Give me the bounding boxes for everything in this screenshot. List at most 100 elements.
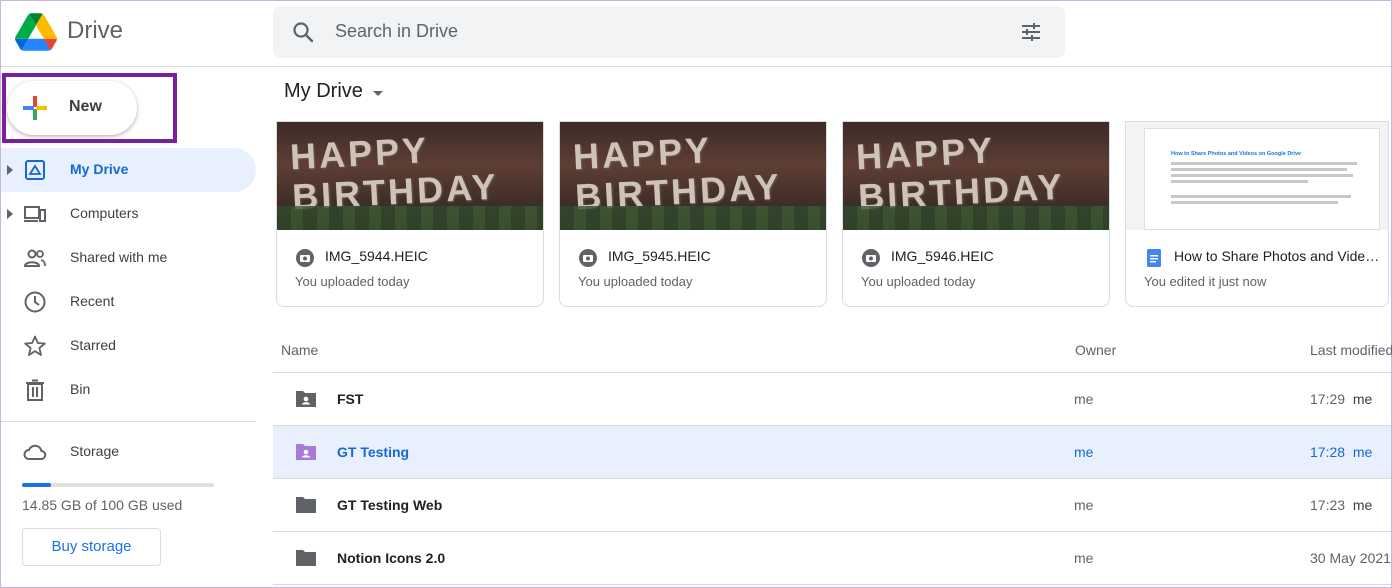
row-modified-by: me xyxy=(1352,444,1373,460)
sidebar-item-label: My Drive xyxy=(70,161,129,177)
sidebar-item-recent[interactable]: Recent xyxy=(1,280,256,324)
app-header: Drive Search in Drive xyxy=(1,1,1391,67)
sidebar: New My Drive Computers Shared with me Re… xyxy=(1,67,273,587)
suggested-file-card[interactable]: HAPPY BIRTHDAY IMG_5946.HEIC You uploade… xyxy=(842,121,1110,307)
row-modified-time: 17:29 xyxy=(1310,391,1346,407)
expand-caret-icon[interactable] xyxy=(7,209,13,219)
row-modified-time: 30 May 2021 xyxy=(1310,550,1391,566)
clock-icon xyxy=(24,291,46,313)
file-list-header: Name Owner Last modified xyxy=(273,327,1392,373)
docs-file-icon xyxy=(1147,249,1161,267)
row-file-name: GT Testing xyxy=(337,444,410,460)
doc-line xyxy=(1171,195,1352,198)
doc-line xyxy=(1171,168,1348,171)
app-title: Drive xyxy=(67,17,124,44)
column-header-modified[interactable]: Last modified xyxy=(1310,342,1392,358)
image-file-icon xyxy=(296,249,314,267)
decor xyxy=(560,206,826,230)
row-modified-time: 17:28 xyxy=(1310,444,1346,460)
highlight-box xyxy=(2,73,177,143)
doc-page: How to Share Photos and Videos on Google… xyxy=(1144,128,1380,230)
row-modified: 17:23 me xyxy=(1310,497,1372,513)
photo-thumbnail: HAPPY BIRTHDAY xyxy=(560,122,826,230)
file-thumbnail: HAPPY BIRTHDAY xyxy=(560,122,826,230)
doc-line xyxy=(1171,201,1338,204)
table-row[interactable]: GT Testing me 17:28 me xyxy=(273,426,1391,479)
thumbnail-balloon-text: HAPPY BIRTHDAY xyxy=(571,129,783,218)
row-owner: me xyxy=(1074,550,1094,566)
folder-icon xyxy=(296,497,316,513)
computers-icon xyxy=(24,206,46,222)
row-modified-by: me xyxy=(1352,391,1373,407)
suggested-file-card[interactable]: HAPPY BIRTHDAY IMG_5944.HEIC You uploade… xyxy=(276,121,544,307)
photo-thumbnail: HAPPY BIRTHDAY xyxy=(277,122,543,230)
doc-thumbnail: How to Share Photos and Videos on Google… xyxy=(1126,122,1388,230)
sidebar-item-label: Recent xyxy=(70,293,115,309)
file-name: IMG_5944.HEIC xyxy=(325,248,428,264)
thumbnail-balloon-text: HAPPY BIRTHDAY xyxy=(288,129,500,218)
file-thumbnail: How to Share Photos and Videos on Google… xyxy=(1126,122,1388,230)
search-input[interactable]: Search in Drive xyxy=(335,21,458,42)
sidebar-item-storage[interactable]: Storage xyxy=(1,430,256,474)
file-thumbnail: HAPPY BIRTHDAY xyxy=(277,122,543,230)
trash-icon xyxy=(26,379,44,401)
column-header-owner[interactable]: Owner xyxy=(1075,342,1116,358)
sidebar-item-computers[interactable]: Computers xyxy=(1,192,256,236)
storage-progress-bar xyxy=(22,483,214,487)
row-owner: me xyxy=(1074,497,1094,513)
sidebar-item-label: Starred xyxy=(70,337,116,353)
decor xyxy=(843,206,1109,230)
file-activity: You uploaded today xyxy=(578,274,693,289)
buy-storage-button[interactable]: Buy storage xyxy=(22,528,161,566)
decor xyxy=(277,206,543,230)
file-name: IMG_5946.HEIC xyxy=(891,248,994,264)
table-row[interactable]: FST me 17:29 me xyxy=(273,373,1391,426)
row-modified-time: 17:23 xyxy=(1310,497,1346,513)
file-activity: You uploaded today xyxy=(295,274,410,289)
row-modified: 17:29 me xyxy=(1310,391,1372,407)
sidebar-item-my-drive[interactable]: My Drive xyxy=(1,148,256,192)
image-file-icon xyxy=(862,249,880,267)
table-row[interactable]: Notion Icons 2.0 me 30 May 2021 xyxy=(273,532,1391,585)
search-options-icon[interactable] xyxy=(1019,20,1043,44)
sidebar-item-label: Shared with me xyxy=(70,249,168,265)
search-bar[interactable]: Search in Drive xyxy=(273,6,1065,58)
column-header-name[interactable]: Name xyxy=(281,342,318,358)
sidebar-item-label: Bin xyxy=(70,381,91,397)
image-file-icon xyxy=(579,249,597,267)
suggested-file-card[interactable]: HAPPY BIRTHDAY IMG_5945.HEIC You uploade… xyxy=(559,121,827,307)
sidebar-item-starred[interactable]: Starred xyxy=(1,324,256,368)
doc-line xyxy=(1171,162,1358,165)
file-activity: You uploaded today xyxy=(861,274,976,289)
row-owner: me xyxy=(1074,391,1094,407)
file-name: How to Share Photos and Videos on Google… xyxy=(1174,248,1380,264)
expand-caret-icon[interactable] xyxy=(7,165,13,175)
shared-folder-icon xyxy=(296,391,316,407)
sidebar-item-bin[interactable]: Bin xyxy=(1,368,256,412)
table-row[interactable]: GT Testing Web me 17:23 me xyxy=(273,479,1391,532)
doc-line xyxy=(1171,174,1354,177)
storage-label: Storage xyxy=(70,443,120,459)
suggested-file-card[interactable]: How to Share Photos and Videos on Google… xyxy=(1125,121,1389,307)
page-title[interactable]: My Drive xyxy=(284,80,363,103)
search-icon[interactable] xyxy=(291,20,315,44)
folder-icon xyxy=(296,550,316,566)
file-name: IMG_5945.HEIC xyxy=(608,248,711,264)
cloud-icon xyxy=(23,444,47,460)
row-file-name: FST xyxy=(337,391,364,407)
shared-folder-icon xyxy=(296,444,316,460)
sidebar-item-label: Computers xyxy=(70,205,139,221)
row-owner: me xyxy=(1074,444,1094,460)
thumbnail-balloon-text: HAPPY BIRTHDAY xyxy=(854,129,1066,218)
title-dropdown-icon[interactable] xyxy=(373,91,383,96)
drive-logo-icon[interactable] xyxy=(15,13,57,51)
doc-line xyxy=(1171,180,1309,183)
sidebar-item-shared[interactable]: Shared with me xyxy=(1,236,256,280)
file-activity: You edited it just now xyxy=(1144,274,1267,289)
file-thumbnail: HAPPY BIRTHDAY xyxy=(843,122,1109,230)
storage-progress-fill xyxy=(22,483,51,487)
row-file-name: GT Testing Web xyxy=(337,497,443,513)
row-file-name: Notion Icons 2.0 xyxy=(337,550,446,566)
sidebar-divider xyxy=(1,421,256,422)
row-modified: 17:28 me xyxy=(1310,444,1372,460)
